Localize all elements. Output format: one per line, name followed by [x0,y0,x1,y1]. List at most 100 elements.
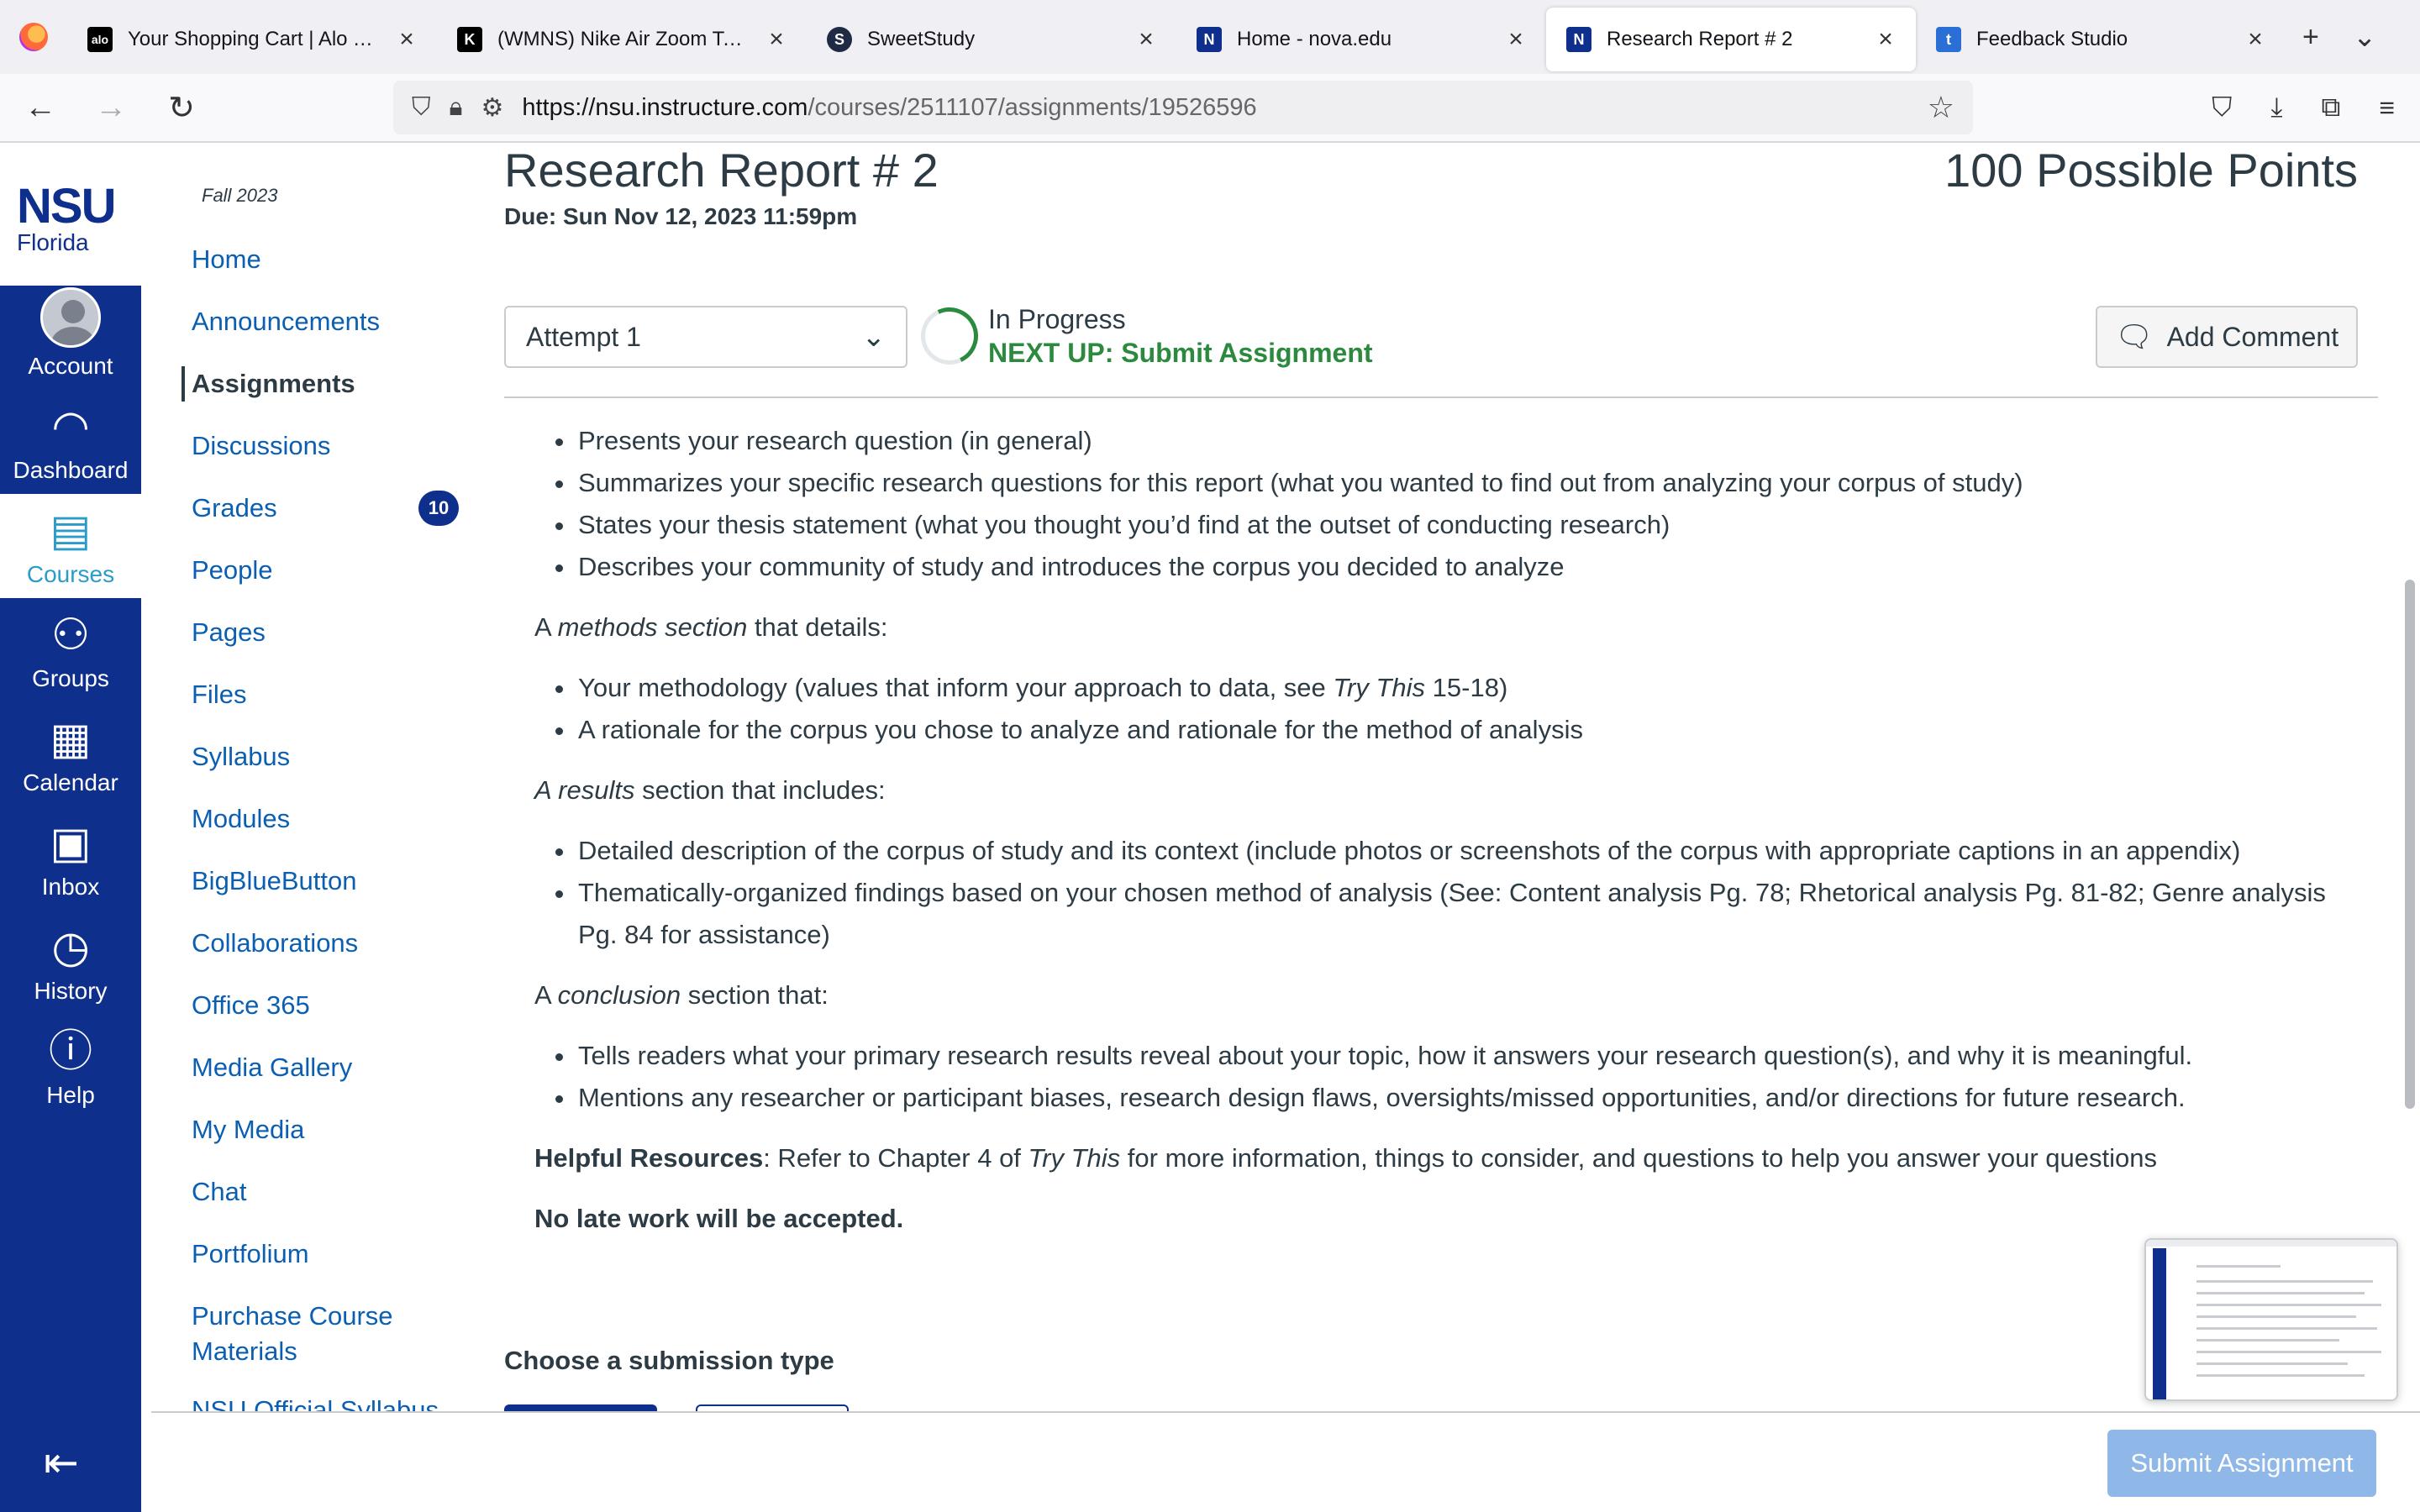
global-nav-groups[interactable]: ⚇ Groups [0,598,141,702]
course-nav-discussions[interactable]: Discussions [192,428,330,464]
course-nav-files[interactable]: Files [192,677,246,712]
calendar-icon: ▦ [50,715,92,764]
chevron-down-icon: ⌄ [861,321,886,353]
browser-tab-alo[interactable]: alo Your Shopping Cart | Alo Yoga × [67,8,437,71]
permissions-icon[interactable]: ⚙︎ [481,93,503,123]
question-icon: ⓘ [48,1027,92,1076]
add-comment-button[interactable]: 🗨︎ Add Comment [2096,306,2358,368]
course-nav-syllabus[interactable]: Syllabus [192,739,290,774]
extensions-icon[interactable]: ⧉ [2321,92,2340,123]
nsu-logo[interactable]: NSU Florida [0,143,141,286]
close-tab-icon[interactable]: × [397,25,417,54]
global-nav-calendar[interactable]: ▦ Calendar [0,702,141,806]
turnitin-favicon-icon: t [1936,27,1961,52]
global-nav-dashboard[interactable]: ◠ Dashboard [0,390,141,494]
close-tab-icon[interactable]: × [1506,25,1526,54]
course-nav-media-gallery[interactable]: Media Gallery [192,1050,352,1085]
list-item: Your methodology (values that inform you… [576,667,2366,709]
grades-count-badge: 10 [418,491,459,526]
reload-icon[interactable]: ↻ [151,77,212,138]
close-tab-icon[interactable]: × [2245,25,2265,54]
sweetstudy-favicon-icon: S [827,27,852,52]
browser-tab-nike[interactable]: K (WMNS) Nike Air Zoom Tempo × [437,8,807,71]
bookmark-star-icon[interactable]: ☆ [1928,90,1954,125]
page-scrollbar[interactable] [2405,580,2415,1109]
tab-label: Feedback Studio [1976,28,2128,50]
forward-arrow-icon[interactable]: → [81,77,141,138]
hamburger-menu-icon[interactable]: ≡ [2379,92,2395,123]
close-tab-icon[interactable]: × [1876,25,1896,54]
course-nav-collaborations[interactable]: Collaborations [192,926,358,961]
alo-favicon-icon: alo [87,27,113,52]
course-nav-bigbluebutton[interactable]: BigBlueButton [192,864,356,899]
list-item: Detailed description of the corpus of st… [576,830,2366,872]
close-tab-icon[interactable]: × [1136,25,1156,54]
course-nav-modules[interactable]: Modules [192,801,290,837]
browser-tab-feedback-studio[interactable]: t Feedback Studio × [1916,8,2286,71]
global-nav-account[interactable]: Account [0,286,141,390]
course-nav-people[interactable]: People [192,553,273,588]
nova-favicon-icon: N [1197,27,1222,52]
results-bullets: Detailed description of the corpus of st… [576,830,2366,956]
tab-label: Research Report # 2 [1607,28,1793,50]
assignment-title: Research Report # 2 [504,144,939,197]
submission-type-option-button[interactable] [696,1404,849,1411]
course-nav-my-media[interactable]: My Media [192,1112,304,1147]
tab-label: Home - nova.edu [1237,28,1392,50]
close-tab-icon[interactable]: × [766,25,786,54]
inbox-icon: ▣ [50,819,92,868]
list-all-tabs-chevron-icon[interactable]: ⌄ [2353,20,2377,54]
downloads-icon[interactable]: ⤓ [2270,92,2282,123]
course-nav-home[interactable]: Home [192,242,261,277]
list-item: States your thesis statement (what you t… [576,504,2366,546]
course-nav-office-365[interactable]: Office 365 [192,988,310,1023]
firefox-menu-icon[interactable] [0,0,67,74]
global-nav-courses[interactable]: ▤ Courses [0,494,141,598]
shield-icon[interactable]: ⛉ [412,93,431,122]
course-navigation: Fall 2023 Home Announcements Assignments… [141,143,477,1411]
browser-tab-nova[interactable]: N Home - nova.edu × [1176,8,1546,71]
browser-tab-research-report[interactable]: N Research Report # 2 × [1546,8,1916,71]
collapse-nav-icon[interactable]: ⇤ [44,1438,79,1487]
list-item: Tells readers what your primary research… [576,1035,2366,1077]
lock-icon[interactable]: 🔒︎ [450,93,463,122]
url-bar[interactable]: ⛉ 🔒︎ ⚙︎ https://nsu.instructure.com/cour… [393,81,1973,134]
tab-label: Your Shopping Cart | Alo Yoga [128,28,381,50]
global-nav-inbox[interactable]: ▣ Inbox [0,806,141,911]
course-term: Fall 2023 [202,185,278,206]
submit-assignment-button[interactable]: Submit Assignment [2107,1430,2376,1497]
course-nav-pages[interactable]: Pages [192,615,266,650]
helpful-resources: Helpful Resources: Refer to Chapter 4 of… [534,1143,2157,1173]
course-nav-assignments[interactable]: Assignments [182,366,355,402]
user-avatar [40,287,101,348]
submission-type-upload-button[interactable] [504,1404,657,1411]
list-item: Mentions any researcher or participant b… [576,1077,2366,1119]
course-nav-grades[interactable]: Grades [192,491,277,526]
due-date: Due: Sun Nov 12, 2023 11:59pm [504,203,858,229]
conclusion-bullets: Tells readers what your primary research… [576,1035,2366,1119]
page-thumbnail-preview[interactable] [2144,1238,2398,1401]
url-text[interactable]: https://nsu.instructure.com/courses/2511… [522,94,1256,122]
late-policy: No late work will be accepted. [534,1204,904,1233]
global-nav-help[interactable]: ⓘ Help [0,1015,141,1119]
global-nav-history[interactable]: ◷ History [0,911,141,1015]
browser-tab-sweetstudy[interactable]: S SweetStudy × [807,8,1176,71]
clock-icon: ◷ [51,923,90,972]
assignment-description: Presents your research question (in gene… [534,420,2366,1258]
methods-heading: A methods section that details: [534,612,888,642]
back-arrow-icon[interactable]: ← [10,77,71,138]
attempt-select[interactable]: Attempt 1 ⌄ [504,306,908,368]
course-nav-portfolium[interactable]: Portfolium [192,1236,309,1272]
methods-bullets: Your methodology (values that inform you… [576,667,2366,751]
course-nav-announcements[interactable]: Announcements [192,304,380,339]
book-icon: ▤ [50,507,92,555]
course-nav-purchase-course-materials[interactable]: Purchase Course Materials [192,1299,393,1369]
list-item: A rationale for the corpus you chose to … [576,709,2366,751]
course-nav-nsu-official-syllabus[interactable]: NSU Official Syllabus [192,1393,439,1411]
tab-label: (WMNS) Nike Air Zoom Tempo [497,28,751,50]
new-tab-plus-icon[interactable]: + [2302,21,2319,54]
list-item: Describes your community of study and in… [576,546,2366,588]
course-nav-chat[interactable]: Chat [192,1174,246,1210]
list-item: Thematically-organized findings based on… [576,872,2366,956]
pocket-icon[interactable]: ⛉ [2212,92,2232,123]
